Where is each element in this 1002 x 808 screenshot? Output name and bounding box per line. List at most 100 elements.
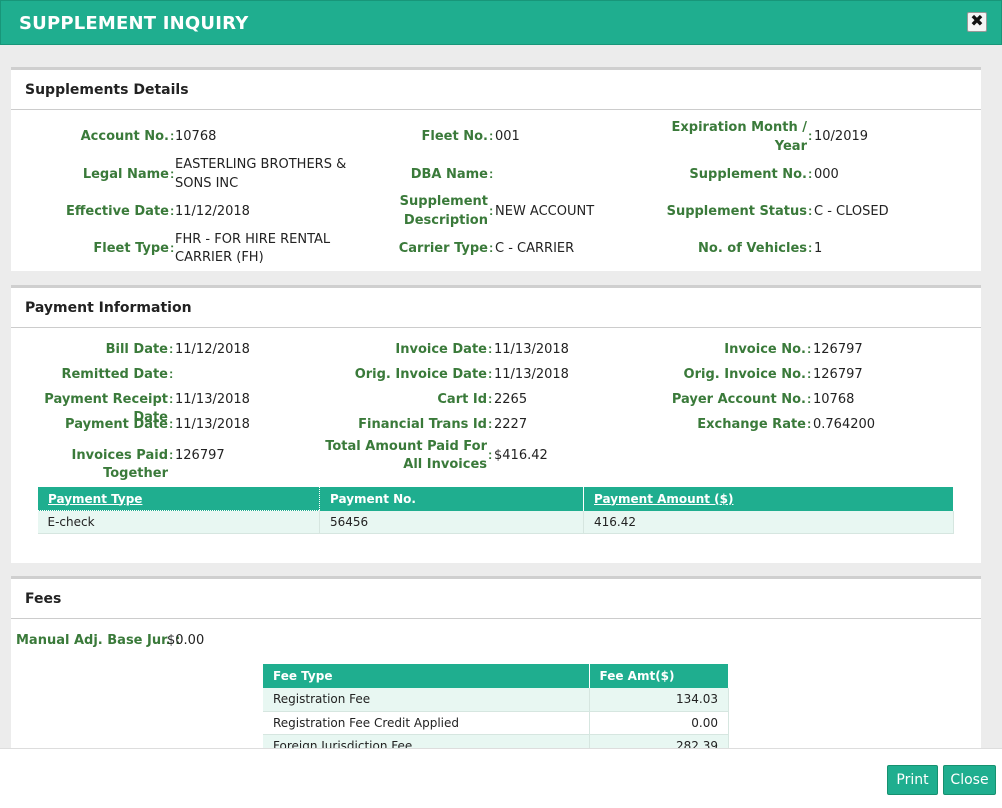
- effective-date-value: 11/12/2018: [175, 204, 250, 219]
- exchange-rate-label: Exchange Rate: [697, 417, 806, 432]
- total-amount-paid-label-line1: Total Amount Paid For: [325, 439, 487, 454]
- colon: :: [489, 166, 494, 181]
- close-button[interactable]: Close: [943, 765, 996, 795]
- colon: :: [170, 240, 175, 255]
- colon: :: [808, 203, 813, 218]
- colon: :: [169, 416, 174, 431]
- invoice-no-label: Invoice No.: [724, 342, 806, 357]
- account-no-label: Account No.: [80, 129, 169, 144]
- invoices-paid-together-label: Invoices Paid Together: [71, 448, 168, 481]
- colon: :: [807, 391, 812, 406]
- colon: :: [489, 203, 494, 218]
- payment-amount-header[interactable]: Payment Amount ($): [583, 486, 954, 511]
- fee-amt-cell: 0.00: [589, 711, 729, 735]
- dialog-footer: Print Close: [0, 748, 1002, 808]
- fleet-no-value: 001: [495, 129, 520, 144]
- supplement-description-value: NEW ACCOUNT: [495, 204, 595, 219]
- colon: :: [169, 366, 174, 381]
- financial-trans-id-value: 2227: [494, 417, 528, 432]
- colon: :: [489, 240, 494, 255]
- remitted-date-label: Remitted Date: [61, 367, 168, 382]
- account-no-value: 10768: [175, 129, 217, 144]
- colon: :: [489, 128, 494, 143]
- carrier-type-label: Carrier Type: [398, 241, 488, 256]
- legal-name-label: Legal Name: [82, 167, 169, 182]
- payment-date-value: 11/13/2018: [175, 417, 250, 432]
- fees-panel: Fees Manual Adj. Base Jur. : $0.00 Fee T…: [11, 576, 981, 748]
- fee-amt-cell: 134.03: [589, 688, 729, 712]
- colon: :: [807, 416, 812, 431]
- colon: :: [807, 366, 812, 381]
- colon: :: [170, 203, 175, 218]
- fleet-no-label: Fleet No.: [421, 129, 488, 144]
- fleet-type-value-line2: CARRIER (FH): [175, 250, 264, 265]
- fleet-type-label: Fleet Type: [93, 241, 169, 256]
- colon: :: [488, 391, 493, 406]
- invoice-no-value: 126797: [813, 342, 863, 357]
- fees-heading: Fees: [11, 579, 981, 619]
- orig-invoice-no-label: Orig. Invoice No.: [683, 367, 806, 382]
- payment-type-cell: E-check: [37, 510, 320, 534]
- invoices-paid-together-value: 126797: [175, 448, 225, 463]
- payment-no-cell: 56456: [319, 510, 584, 534]
- payment-type-header[interactable]: Payment Type: [37, 486, 320, 511]
- colon: :: [808, 240, 813, 255]
- supplement-description-label-line1: Supplement: [399, 194, 488, 209]
- colon: :: [169, 341, 174, 356]
- table-row[interactable]: E-check 56456 416.42: [37, 510, 954, 534]
- colon: :: [488, 341, 493, 356]
- colon: :: [488, 447, 493, 462]
- dialog-body[interactable]: Supplements Details Account No. : 10768 …: [0, 45, 1002, 748]
- colon: :: [170, 128, 175, 143]
- total-amount-paid-value: $416.42: [494, 448, 548, 463]
- orig-invoice-date-value: 11/13/2018: [494, 367, 569, 382]
- dba-name-label: DBA Name: [410, 167, 488, 182]
- fees-table: Fee Type Fee Amt($) Registration Fee 134…: [263, 664, 729, 748]
- payment-information-panel: Payment Information Bill Date : 11/12/20…: [11, 285, 981, 563]
- colon: :: [808, 166, 813, 181]
- payer-account-no-value: 10768: [813, 392, 855, 407]
- total-amount-paid-label-line2: All Invoices: [403, 457, 487, 472]
- orig-invoice-date-label: Orig. Invoice Date: [354, 367, 487, 382]
- supplements-details-panel: Supplements Details Account No. : 10768 …: [11, 67, 981, 271]
- supplement-no-value: 000: [814, 167, 839, 182]
- payment-date-label: Payment Date: [65, 417, 168, 432]
- expiration-label-line2: Year: [774, 139, 807, 154]
- payment-amount-header-label: Payment Amount ($): [594, 491, 734, 506]
- fee-amt-cell: 282.39: [589, 734, 729, 748]
- expiration-label-line1: Expiration Month /: [671, 120, 807, 135]
- bill-date-label: Bill Date: [105, 342, 168, 357]
- colon: :: [169, 447, 174, 462]
- payer-account-no-label: Payer Account No.: [671, 392, 806, 407]
- exchange-rate-value: 0.764200: [813, 417, 876, 432]
- colon: :: [169, 391, 174, 406]
- table-header-row: Fee Type Fee Amt($): [263, 664, 729, 688]
- payment-no-header: Payment No.: [319, 486, 584, 511]
- print-button[interactable]: Print: [887, 765, 938, 795]
- colon: :: [808, 128, 813, 143]
- cart-id-label: Cart Id: [437, 392, 487, 407]
- colon: :: [170, 166, 175, 181]
- payment-amount-cell: 416.42: [583, 510, 954, 534]
- supplement-status-value: C - CLOSED: [814, 204, 889, 219]
- close-icon[interactable]: ✖: [967, 12, 987, 32]
- no-of-vehicles-label: No. of Vehicles: [698, 241, 807, 256]
- fleet-type-value-line1: FHR - FOR HIRE RENTAL: [175, 232, 331, 247]
- supplements-details-heading: Supplements Details: [11, 70, 981, 110]
- payment-table: Payment Type Payment No. Payment Amount …: [37, 486, 954, 534]
- cart-id-value: 2265: [494, 392, 528, 407]
- supplement-no-label: Supplement No.: [689, 167, 807, 182]
- table-header-row: Payment Type Payment No. Payment Amount …: [37, 486, 954, 511]
- colon: :: [488, 366, 493, 381]
- dialog-titlebar: SUPPLEMENT INQUIRY ✖: [0, 0, 1002, 45]
- fee-type-header: Fee Type: [263, 664, 590, 688]
- table-row[interactable]: Foreign Jurisdiction Fee 282.39: [263, 734, 729, 748]
- bill-date-value: 11/12/2018: [175, 342, 250, 357]
- table-row[interactable]: Registration Fee 134.03: [263, 688, 729, 712]
- supplement-description-label-line2: Description: [403, 213, 488, 228]
- no-of-vehicles-value: 1: [814, 241, 823, 256]
- table-row[interactable]: Registration Fee Credit Applied 0.00: [263, 711, 729, 735]
- effective-date-label: Effective Date: [65, 204, 169, 219]
- fee-type-cell: Foreign Jurisdiction Fee: [263, 734, 590, 748]
- supplement-status-label: Supplement Status: [666, 204, 807, 219]
